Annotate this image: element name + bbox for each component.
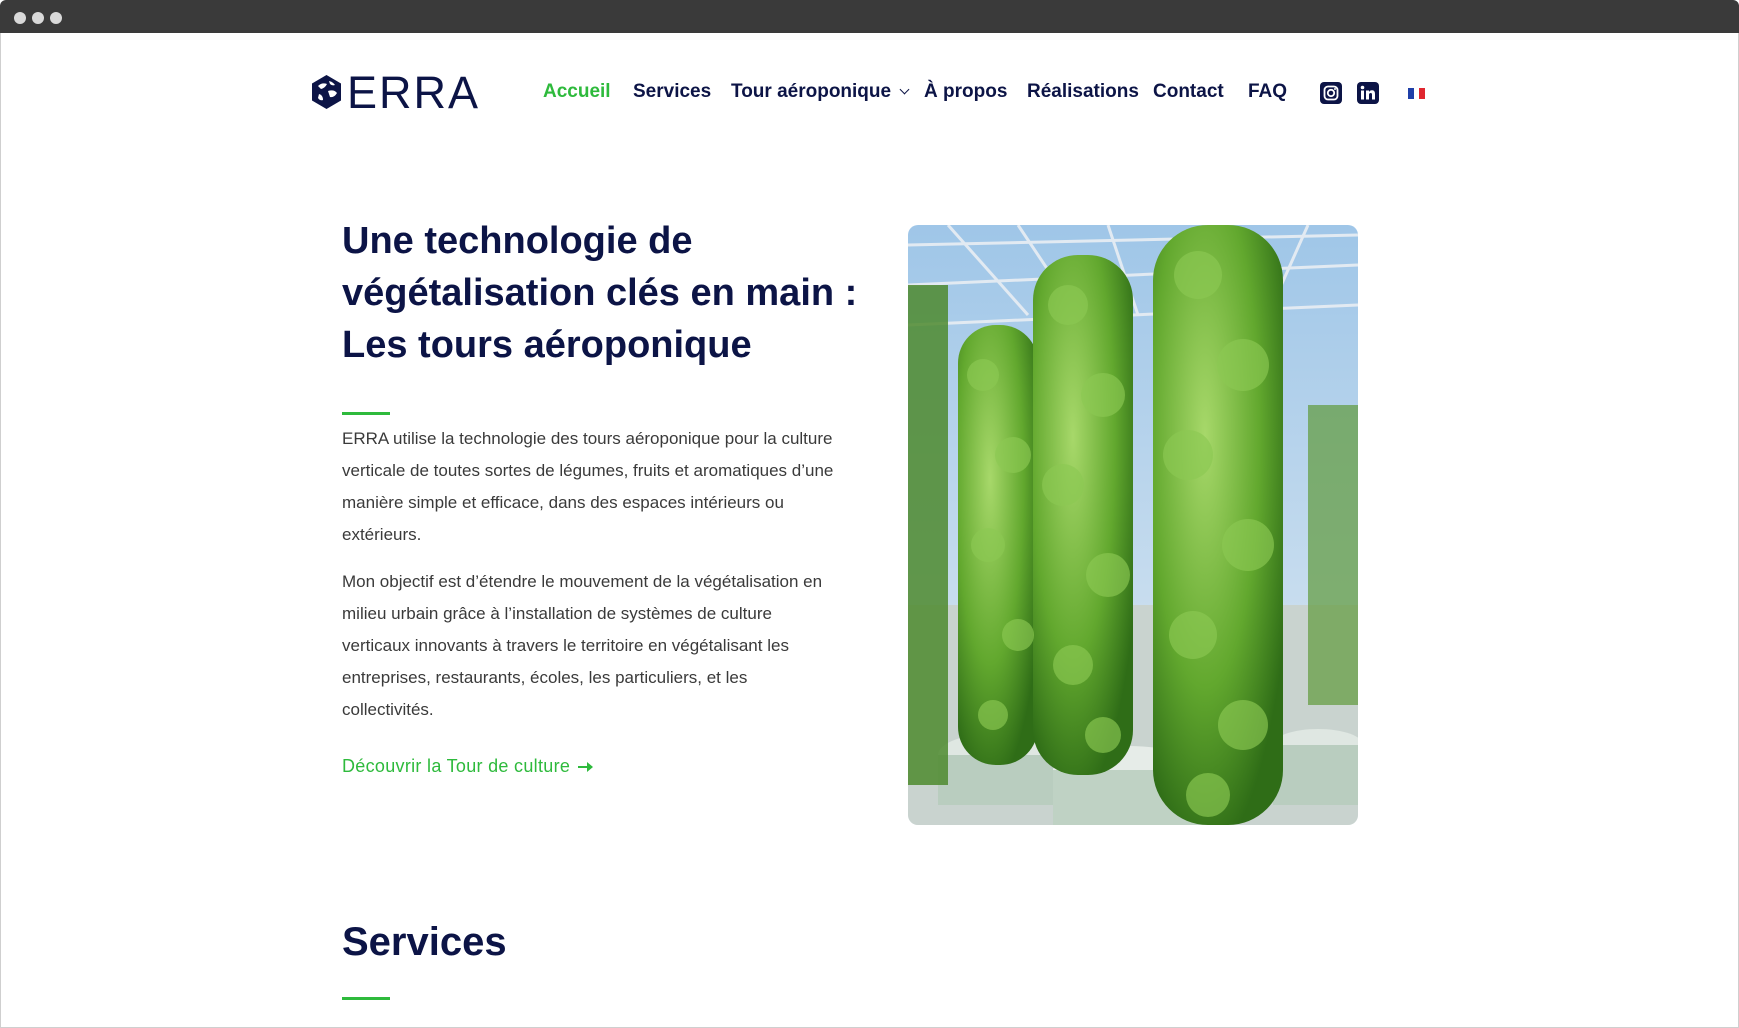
window-close-dot[interactable] [14, 12, 26, 24]
window-maximize-dot[interactable] [50, 12, 62, 24]
hero-paragraph-2: Mon objectif est d’étendre le mouvement … [342, 572, 823, 719]
site-logo[interactable]: ERRA [310, 66, 481, 118]
instagram-glyph [1323, 85, 1339, 101]
lettuce-towers-illustration [908, 225, 1358, 825]
services-divider [342, 997, 390, 1000]
logo-text: ERRA [347, 66, 481, 118]
discover-tower-link[interactable]: Découvrir la Tour de culture [342, 756, 594, 777]
hero-title: Une technologie de végétalisation clés e… [342, 220, 858, 366]
window-minimize-dot[interactable] [32, 12, 44, 24]
chevron-down-icon [899, 84, 910, 95]
nav-realisations[interactable]: Réalisations [1027, 80, 1139, 104]
discover-tower-label: Découvrir la Tour de culture [342, 756, 571, 776]
services-heading: Services [342, 920, 507, 964]
arrow-right-icon [578, 761, 594, 772]
nav-accueil[interactable]: Accueil [543, 80, 611, 104]
nav-faq[interactable]: FAQ [1248, 80, 1287, 104]
nav-tour-aeroponique-label: Tour aéroponique [731, 81, 892, 102]
browser-title-bar [0, 0, 1739, 33]
linkedin-icon[interactable] [1357, 82, 1379, 104]
linkedin-glyph [1360, 85, 1375, 100]
hero-paragraph-1: ERRA utilise la technologie des tours aé… [342, 429, 834, 544]
aeroponic-towers-photo [908, 225, 1358, 825]
nav-services[interactable]: Services [633, 80, 711, 104]
nav-contact[interactable]: Contact [1153, 80, 1224, 104]
france-flag-icon[interactable] [1408, 88, 1426, 99]
instagram-icon[interactable] [1320, 82, 1342, 104]
nav-a-propos[interactable]: À propos [924, 80, 1007, 104]
browser-frame [0, 33, 1739, 1028]
nav-tour-aeroponique[interactable]: Tour aéroponique [731, 80, 910, 104]
globe-hexagon-icon [312, 75, 341, 109]
hero-divider [342, 412, 390, 415]
